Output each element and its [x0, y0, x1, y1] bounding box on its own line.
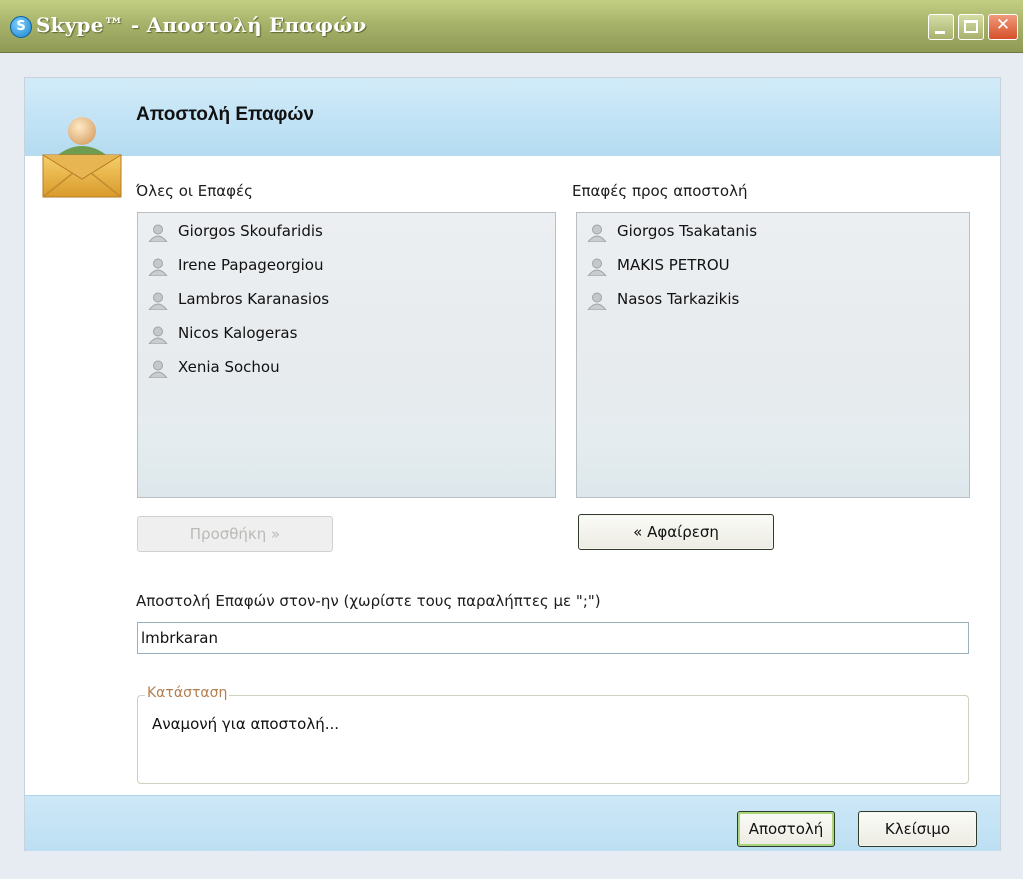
contact-name: Irene Papageorgiou: [178, 256, 324, 274]
all-contacts-list[interactable]: Giorgos Skoufaridis Irene Papageorgiou L…: [137, 212, 556, 498]
contact-offline-icon: [148, 292, 168, 310]
contact-name: Nasos Tarkazikis: [617, 290, 740, 308]
contact-offline-icon: [587, 292, 607, 310]
contact-offline-icon: [148, 224, 168, 242]
add-button[interactable]: Προσθήκη »: [137, 516, 333, 552]
all-contacts-label: Όλες οι Επαφές: [136, 182, 253, 200]
dialog-title: Αποστολή Επαφών: [136, 104, 314, 125]
contact-name: Giorgos Tsakatanis: [617, 222, 758, 240]
contact-offline-icon: [148, 326, 168, 344]
status-groupbox: Κατάσταση Αναμονή για αποστολή...: [137, 685, 969, 784]
window-title: Skype™ - Αποστολή Επαφών: [36, 13, 367, 37]
close-window-button[interactable]: ✕: [988, 14, 1018, 40]
title-bar: S Skype™ - Αποστολή Επαφών ✕: [0, 0, 1023, 53]
contact-offline-icon: [587, 224, 607, 242]
contact-name: Nicos Kalogeras: [178, 324, 298, 342]
close-button[interactable]: Κλείσιμο: [858, 811, 977, 847]
remove-button[interactable]: « Αφαίρεση: [578, 514, 774, 550]
recipients-input[interactable]: lmbrkaran: [137, 622, 969, 654]
send-contacts-envelope-icon: [42, 117, 122, 198]
minimize-button[interactable]: [928, 14, 954, 40]
status-text: Αναμονή για αποστολή...: [152, 715, 340, 733]
send-contacts-list[interactable]: Giorgos Tsakatanis MAKIS PETROU Nasos Ta…: [576, 212, 970, 498]
header-band: Αποστολή Επαφών: [25, 78, 1000, 156]
maximize-icon: [964, 20, 978, 33]
contact-name: Xenia Sochou: [178, 358, 280, 376]
footer-band: Αποστολή Κλείσιμο: [25, 795, 1000, 851]
contact-name: MAKIS PETROU: [617, 256, 730, 274]
contact-offline-icon: [587, 258, 607, 276]
close-icon: ✕: [995, 15, 1011, 35]
send-button[interactable]: Αποστολή: [737, 811, 835, 847]
send-contacts-label: Επαφές προς αποστολή: [572, 182, 748, 200]
status-legend: Κατάσταση: [145, 685, 230, 701]
recipients-label: Αποστολή Επαφών στον-ην (χωρίστε τους πα…: [136, 592, 601, 610]
skype-logo-icon: S: [10, 16, 32, 38]
contact-name: Lambros Karanasios: [178, 290, 330, 308]
window-frame: Αποστολή Επαφών Όλες οι Επαφές Giorgos S…: [0, 53, 1023, 879]
minimize-icon: [935, 31, 945, 34]
contact-name: Giorgos Skoufaridis: [178, 222, 323, 240]
contact-offline-icon: [148, 258, 168, 276]
dialog-panel: Αποστολή Επαφών Όλες οι Επαφές Giorgos S…: [24, 77, 1001, 851]
contact-offline-icon: [148, 360, 168, 378]
maximize-button[interactable]: [958, 14, 984, 40]
